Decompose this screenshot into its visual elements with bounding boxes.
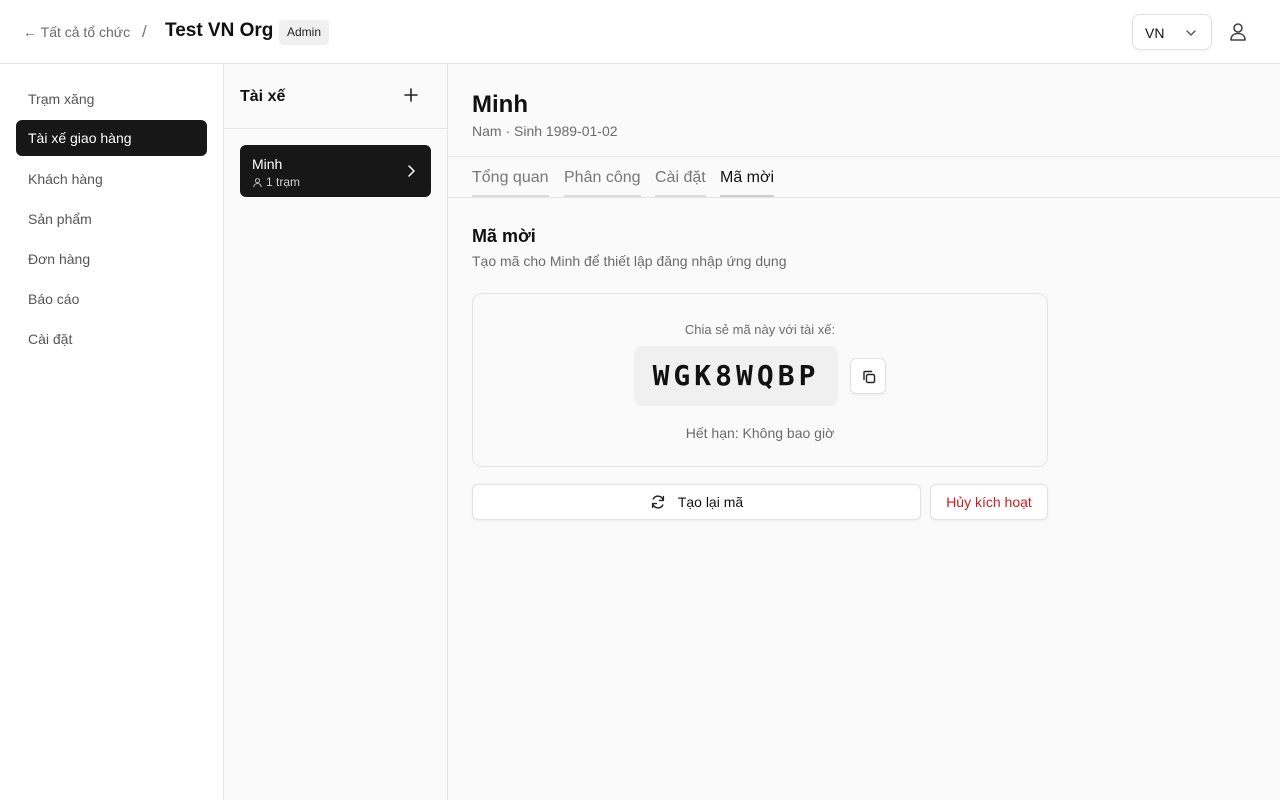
- driver-list-panel: Tài xế Minh 1 trạm: [224, 64, 448, 800]
- regenerate-code-button[interactable]: Tạo lại mã: [472, 484, 921, 520]
- tab-overview[interactable]: Tổng quan: [472, 169, 549, 197]
- breadcrumb-separator: /: [142, 22, 147, 41]
- sidebar-item-orders[interactable]: Đơn hàng: [16, 241, 207, 277]
- tab-invite-code[interactable]: Mã mời: [720, 169, 775, 197]
- sidebar-item-customers[interactable]: Khách hàng: [16, 161, 207, 197]
- role-badge: Admin: [279, 20, 330, 45]
- driver-station-count: 1 trạm: [252, 175, 300, 189]
- person-icon: [253, 178, 262, 188]
- invite-code-card: Chia sẻ mã này với tài xế: WGK8WQBP Hết …: [472, 293, 1048, 467]
- regenerate-label: Tạo lại mã: [677, 494, 744, 510]
- language-select[interactable]: VN: [1132, 14, 1212, 50]
- sidebar: Trạm xăng Tài xế giao hàng Khách hàng Sả…: [0, 64, 224, 800]
- chevron-right-icon: [408, 165, 415, 177]
- user-icon[interactable]: [1226, 20, 1250, 44]
- driver-list-title: Tài xế: [240, 88, 286, 105]
- sidebar-item-products[interactable]: Sản phẩm: [16, 201, 207, 237]
- driver-detail-subtitle: Nam · Sinh 1989-01-02: [472, 123, 618, 139]
- chevron-down-icon: [1186, 30, 1196, 36]
- driver-detail-header: Minh Nam · Sinh 1989-01-02: [448, 64, 1280, 157]
- driver-name: Minh: [252, 156, 283, 172]
- detail-tabs: Tổng quan Phân công Cài đặt Mã mời: [448, 157, 1280, 198]
- deactivate-button[interactable]: Hủy kích hoạt: [930, 484, 1048, 520]
- driver-list-item[interactable]: Minh 1 trạm: [240, 145, 431, 197]
- sidebar-item-settings[interactable]: Cài đặt: [16, 321, 207, 357]
- refresh-icon: [651, 495, 664, 509]
- tab-assignment[interactable]: Phân công: [564, 169, 641, 197]
- sidebar-item-reports[interactable]: Báo cáo: [16, 281, 207, 317]
- driver-detail-panel: Minh Nam · Sinh 1989-01-02 Tổng quan Phâ…: [448, 64, 1280, 800]
- language-value: VN: [1145, 25, 1165, 41]
- invite-section-title: Mã mời: [472, 226, 536, 246]
- driver-list-header: Tài xế: [224, 64, 447, 129]
- sidebar-item-delivery-drivers[interactable]: Tài xế giao hàng: [16, 120, 207, 156]
- invite-section-description: Tạo mã cho Minh để thiết lập đăng nhập ứ…: [472, 253, 787, 269]
- organization-name: Test VN Org: [165, 20, 274, 41]
- driver-detail-name: Minh: [472, 91, 528, 118]
- invite-code: WGK8WQBP: [634, 346, 838, 406]
- tab-settings[interactable]: Cài đặt: [655, 169, 706, 197]
- plus-icon[interactable]: [402, 86, 420, 104]
- back-to-organizations-link[interactable]: ← Tất cả tổ chức: [23, 24, 130, 40]
- sidebar-item-gas-stations[interactable]: Trạm xăng: [16, 81, 207, 117]
- invite-expiry: Hết hạn: Không bao giờ: [685, 425, 835, 441]
- driver-meta-text: 1 trạm: [266, 175, 301, 189]
- top-bar: ← Tất cả tổ chức / Test VN Org Admin VN: [0, 0, 1280, 64]
- copy-code-button[interactable]: [850, 358, 886, 394]
- share-instruction: Chia sẻ mã này với tài xế:: [684, 322, 836, 337]
- copy-icon: [863, 370, 876, 384]
